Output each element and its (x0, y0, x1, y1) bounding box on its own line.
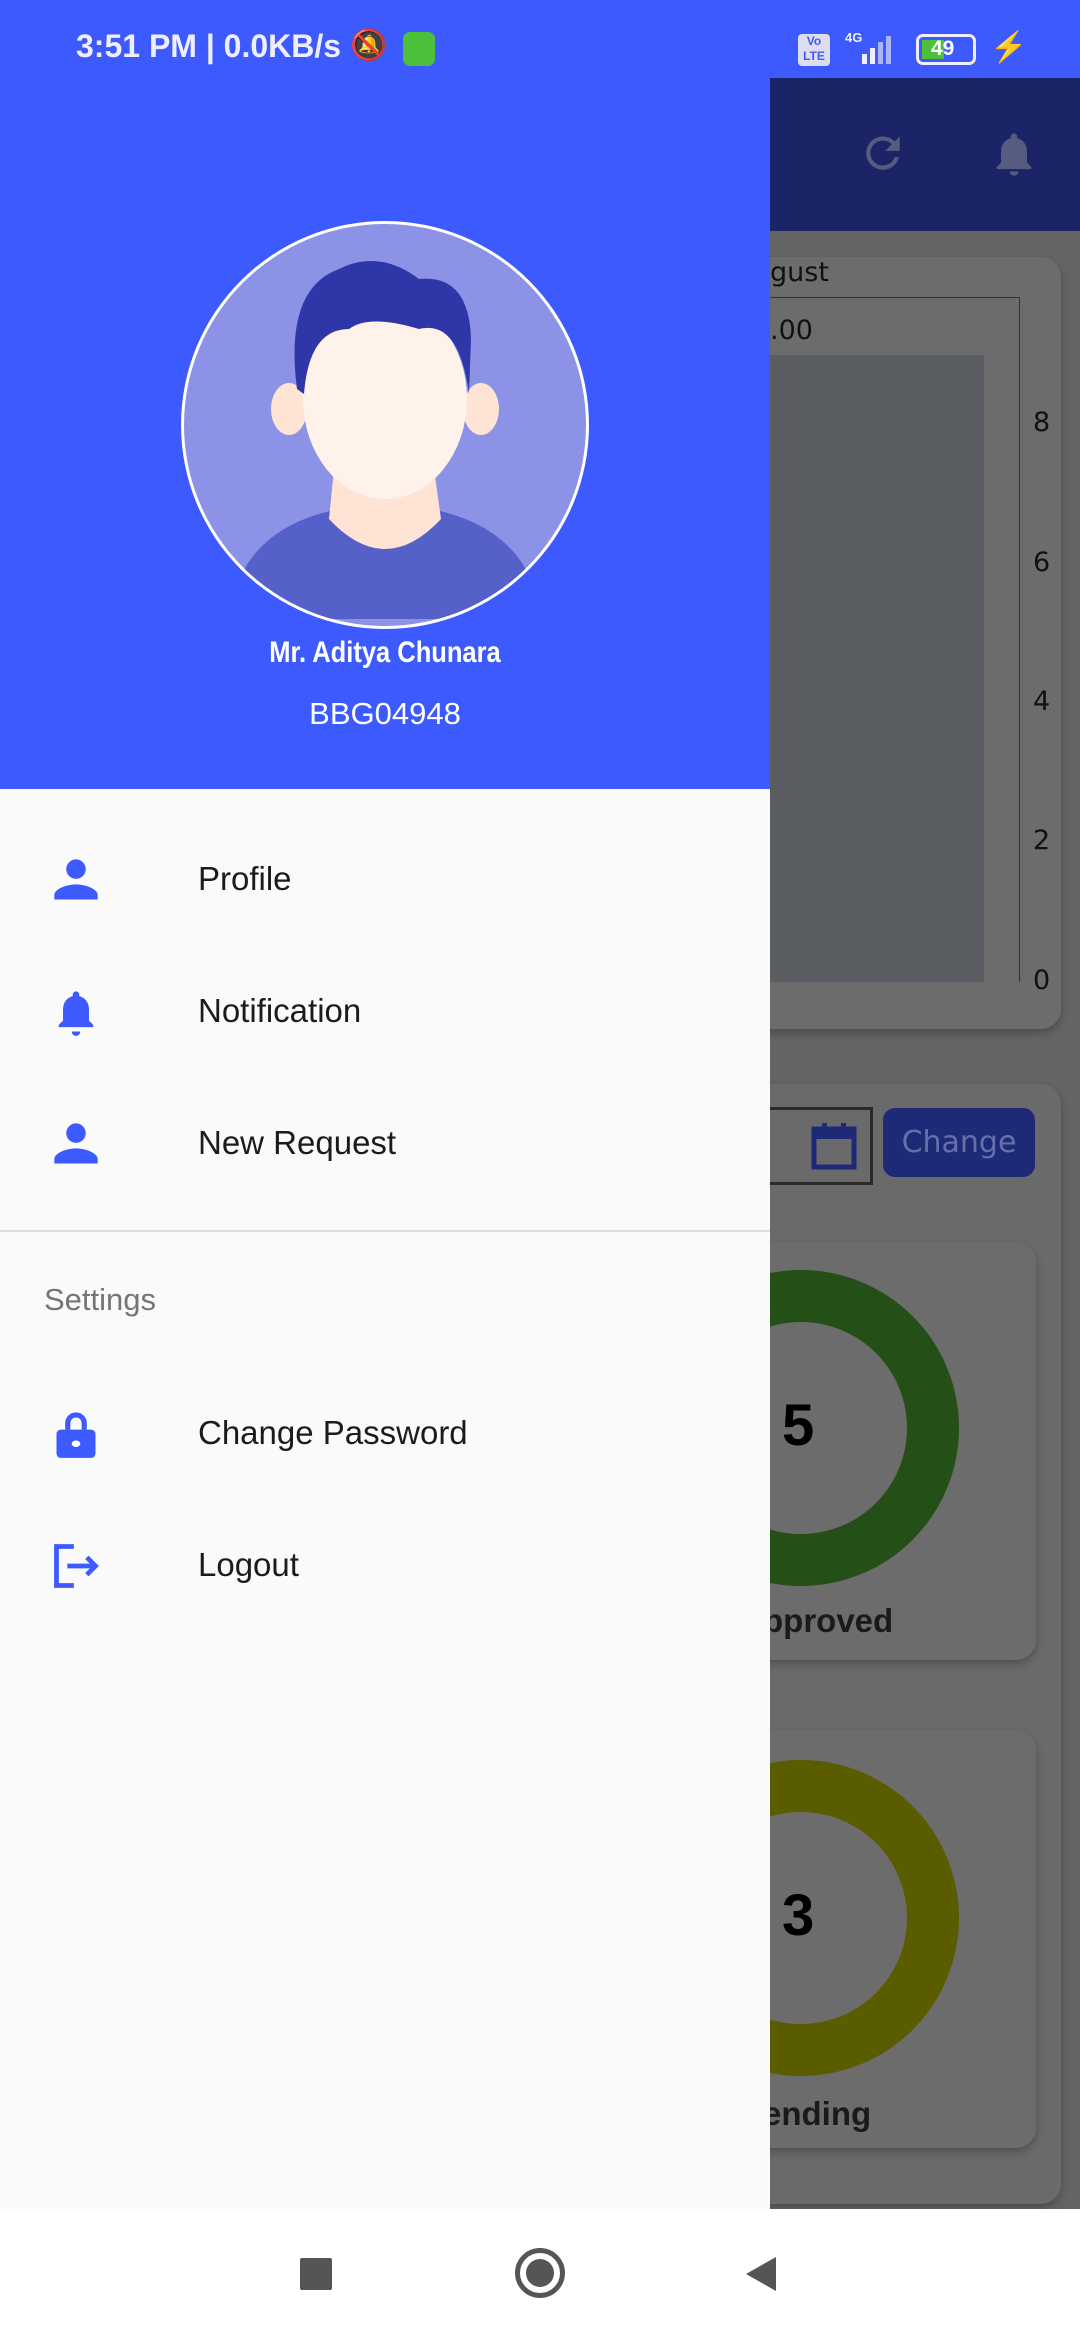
lock-icon (56, 1412, 96, 1458)
approved-label: pproved (763, 1602, 894, 1639)
y-tick: 8 (1033, 407, 1051, 438)
app-icon (403, 32, 435, 66)
drawer-item-notification[interactable]: Notification (0, 950, 770, 1070)
status-bar: 3:51 PM | 0.0KB/s 🔕 Vo LTE 4G 49 ⚡ (0, 0, 1080, 78)
battery-level: 49 (931, 37, 955, 60)
avatar (181, 221, 589, 629)
y-tick: 2 (1033, 825, 1051, 856)
change-button[interactable]: Change (883, 1108, 1035, 1177)
chart-bar (770, 355, 984, 982)
signal-icon (862, 36, 891, 64)
user-name: Mr. Aditya Chunara (269, 636, 501, 669)
drawer-item-label: Profile (198, 860, 292, 897)
drawer-header: Mr. Aditya Chunara BBG04948 (0, 78, 770, 789)
app-bar (770, 78, 1080, 231)
drawer-item-new-request[interactable]: New Request (0, 1082, 770, 1202)
back-button[interactable] (742, 2255, 778, 2293)
bar-value-label: .00 (770, 315, 813, 346)
drawer-item-logout[interactable]: Logout (0, 1504, 770, 1624)
status-time: 3:51 PM | 0.0KB/s (76, 28, 342, 64)
navigation-drawer: Mr. Aditya Chunara BBG04948 Profile Noti… (0, 78, 770, 2209)
calendar-icon[interactable] (810, 1119, 858, 1171)
person-icon (54, 859, 98, 900)
drawer-item-profile[interactable]: Profile (0, 818, 770, 938)
bell-icon (58, 991, 94, 1036)
pending-label: ending (763, 2095, 872, 2132)
volte-icon: Vo LTE (798, 34, 830, 66)
divider (0, 1230, 770, 1232)
notification-bell-icon[interactable] (988, 126, 1040, 182)
drawer-item-label: Change Password (198, 1414, 468, 1451)
drawer-item-label: Logout (198, 1546, 299, 1583)
drawer-item-label: New Request (198, 1124, 397, 1161)
user-id: BBG04948 (309, 696, 461, 731)
system-nav-bar (0, 2209, 1080, 2340)
chart-title: gust (770, 257, 829, 288)
net-speed: 0.0KB/s (223, 28, 342, 64)
y-tick: 6 (1033, 547, 1051, 578)
charging-icon: ⚡ (990, 31, 1028, 64)
home-button[interactable] (515, 2248, 565, 2298)
y-tick: 4 (1033, 686, 1051, 717)
pending-count: 3 (782, 1883, 815, 1948)
person-icon (54, 1123, 98, 1164)
battery-icon: 49 (916, 34, 976, 65)
settings-section-title: Settings (44, 1282, 157, 1317)
logout-icon (54, 1544, 99, 1588)
y-tick: 0 (1033, 965, 1051, 996)
drawer-item-label: Notification (198, 992, 362, 1029)
approved-count: 5 (782, 1393, 815, 1458)
time: 3:51 PM (76, 28, 197, 64)
recents-button[interactable] (300, 2258, 332, 2290)
refresh-icon[interactable] (858, 128, 908, 178)
mute-bell-icon: 🔕 (350, 29, 388, 62)
drawer-item-change-password[interactable]: Change Password (0, 1372, 770, 1492)
